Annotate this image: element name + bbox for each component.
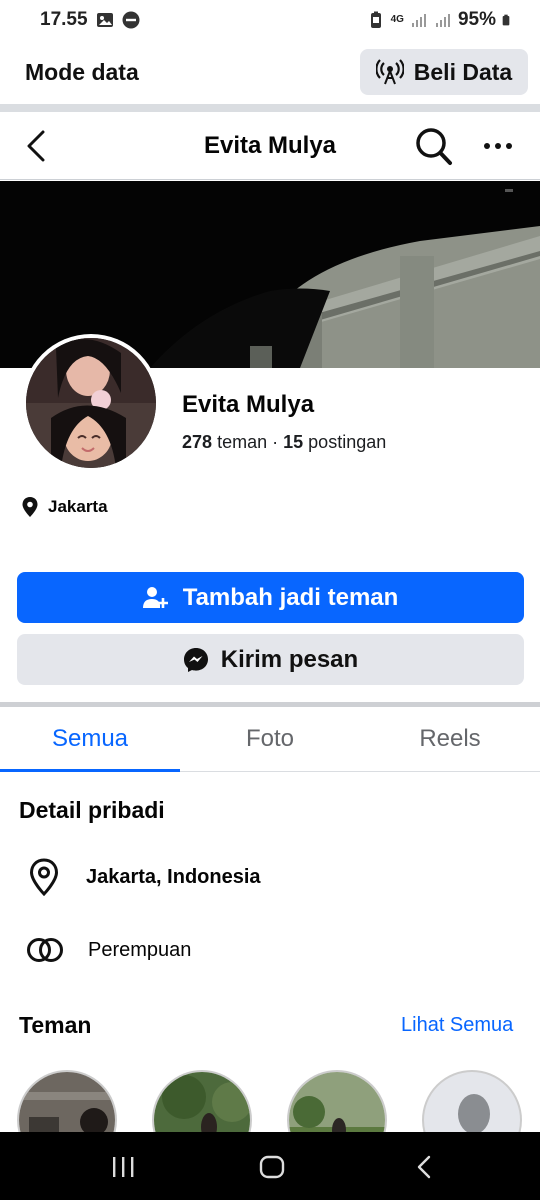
divider xyxy=(0,104,540,112)
profile-location: Jakarta xyxy=(22,497,108,517)
page-title: Evita Mulya xyxy=(203,131,337,159)
send-message-button[interactable]: Kirim pesan xyxy=(17,634,524,685)
profile-stats: 278 teman · 15 postingan xyxy=(182,432,386,453)
more-button[interactable] xyxy=(478,132,518,160)
data-mode-title: Mode data xyxy=(25,58,139,85)
android-back-button[interactable] xyxy=(414,1152,434,1182)
status-bar: 17.55 4G 95% xyxy=(0,0,540,40)
broadcast-icon xyxy=(375,59,404,85)
detail-location-label: Jakarta, Indonesia xyxy=(86,865,261,888)
battery-percent: 95% xyxy=(457,9,496,30)
messenger-icon xyxy=(183,647,208,672)
stats-separator: · xyxy=(272,432,279,452)
details-title: Detail pribadi xyxy=(19,797,165,823)
data-mode-bar: Mode data Beli Data xyxy=(0,40,540,104)
friends-label: teman xyxy=(217,432,268,452)
gender-icon xyxy=(27,938,63,962)
friend-thumbnail[interactable] xyxy=(287,1070,387,1132)
search-button[interactable] xyxy=(412,126,454,166)
friend-thumbnail[interactable] xyxy=(17,1070,117,1132)
friends-list xyxy=(0,1068,540,1132)
add-friend-icon xyxy=(142,586,168,608)
recents-button[interactable] xyxy=(110,1152,136,1182)
location-pin-icon xyxy=(22,497,38,517)
status-time: 17.55 xyxy=(40,9,88,30)
recents-icon xyxy=(113,1157,134,1177)
detail-gender-label: Perempuan xyxy=(88,938,192,961)
avatar[interactable] xyxy=(22,334,160,472)
profile-name: Evita Mulya xyxy=(182,391,315,418)
do-not-disturb-icon xyxy=(122,11,140,29)
signal-icon xyxy=(435,14,450,27)
tab-reels[interactable]: Reels xyxy=(360,707,540,771)
friends-count: 278 xyxy=(182,432,213,452)
add-friend-label: Tambah jadi teman xyxy=(182,583,399,611)
location-pin-icon xyxy=(29,858,59,896)
battery-icon xyxy=(502,14,510,26)
search-icon xyxy=(416,128,452,165)
friend-thumbnail[interactable] xyxy=(152,1070,252,1132)
buy-data-label: Beli Data xyxy=(413,58,513,85)
friends-title: Teman xyxy=(19,1012,92,1038)
avatar-image xyxy=(26,338,156,468)
android-back-icon xyxy=(417,1155,431,1179)
more-icon xyxy=(484,143,490,149)
buy-data-button[interactable]: Beli Data xyxy=(360,49,528,95)
send-message-label: Kirim pesan xyxy=(220,645,359,673)
network-type: 4G xyxy=(390,14,404,25)
signal-icon xyxy=(411,14,426,27)
friend-thumbnail[interactable] xyxy=(422,1070,522,1132)
see-all-friends-link[interactable]: Lihat Semua xyxy=(401,1014,513,1037)
tab-all[interactable]: Semua xyxy=(0,707,180,772)
add-friend-button[interactable]: Tambah jadi teman xyxy=(17,572,524,623)
tab-photos[interactable]: Foto xyxy=(180,707,360,771)
image-icon xyxy=(96,13,113,27)
profile-header: Evita Mulya xyxy=(0,112,540,180)
battery-saver-icon xyxy=(370,11,381,28)
detail-location: Jakarta, Indonesia xyxy=(26,858,261,896)
posts-label: postingan xyxy=(308,432,387,452)
posts-count: 15 xyxy=(283,432,304,452)
detail-gender: Perempuan xyxy=(26,932,191,968)
android-nav-bar xyxy=(0,1132,540,1200)
home-icon xyxy=(259,1155,285,1179)
home-button[interactable] xyxy=(258,1152,286,1182)
profile-tabs: Semua Foto Reels xyxy=(0,707,540,772)
location-label: Jakarta xyxy=(48,497,108,516)
